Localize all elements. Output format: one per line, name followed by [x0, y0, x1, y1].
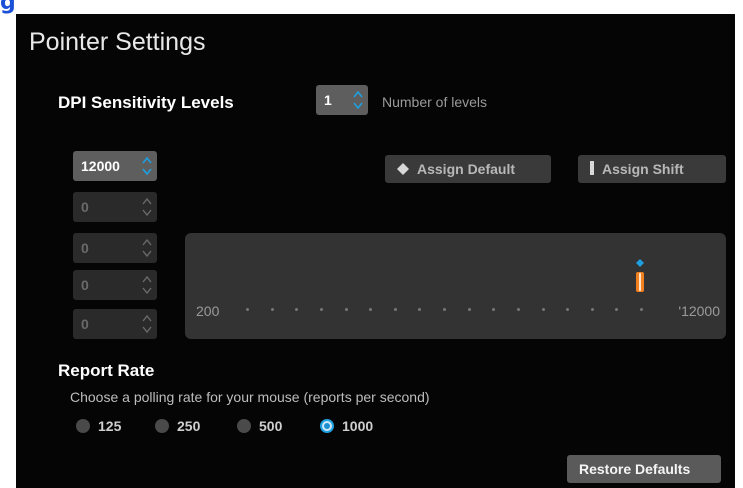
dpi-level-4-stepper[interactable]: 0 — [73, 270, 157, 300]
slider-tick-dot — [615, 308, 619, 311]
slider-tick-dot — [418, 308, 422, 311]
radio-500[interactable] — [237, 419, 251, 433]
slider-tick-dot — [590, 308, 594, 311]
slider-tick-dot — [246, 308, 249, 311]
rate-label-500: 500 — [259, 418, 283, 434]
slider-tick-dot — [270, 308, 274, 311]
page-title: Pointer Settings — [29, 28, 206, 56]
rate-label-250: 250 — [177, 418, 201, 434]
slider-tick-dot — [319, 308, 323, 311]
rate-label-1000: 1000 — [342, 418, 374, 434]
dpi-level-1-value: 12000 — [81, 158, 120, 174]
dpi-level-4-value: 0 — [81, 277, 89, 293]
levels-count-stepper[interactable]: 1 — [316, 85, 368, 115]
top-glyph: g — [0, 0, 16, 14]
dpi-level-3-value: 0 — [81, 240, 89, 256]
stepper-arrows-icon[interactable] — [352, 89, 364, 111]
rate-label-125: 125 — [98, 418, 122, 434]
dpi-level-1-stepper[interactable]: 12000 — [73, 151, 157, 181]
slider-tick-dot — [640, 308, 643, 311]
stepper-arrows-icon[interactable] — [141, 237, 153, 259]
dpi-level-2-value: 0 — [81, 199, 89, 215]
diamond-icon — [397, 156, 409, 184]
radio-1000[interactable] — [320, 419, 334, 433]
report-rate-description: Choose a polling rate for your mouse (re… — [70, 389, 430, 405]
assign-default-label: Assign Default — [417, 161, 516, 177]
assign-shift-button[interactable]: Assign Shift — [578, 155, 726, 183]
dpi-level-5-stepper[interactable]: 0 — [73, 309, 157, 339]
levels-label: Number of levels — [382, 94, 488, 110]
restore-defaults-button[interactable]: Restore Defaults — [567, 455, 721, 483]
slider-tick-dot — [566, 308, 570, 311]
report-rate-title: Report Rate — [58, 361, 155, 380]
slider-tick-dot — [369, 308, 373, 311]
slider-tick-dot — [467, 308, 471, 311]
bar-icon — [590, 156, 594, 184]
assign-shift-label: Assign Shift — [602, 161, 684, 177]
top-strip: g — [0, 0, 743, 14]
slider-tick-dot — [516, 308, 520, 311]
slider-tick-dot — [492, 308, 496, 311]
slider-tick-dot — [443, 308, 446, 311]
dpi-level-3-stepper[interactable]: 0 — [73, 233, 157, 263]
slider-max-label: '12000 — [678, 303, 720, 319]
dpi-section-title: DPI Sensitivity Levels — [58, 93, 234, 112]
stepper-arrows-icon[interactable] — [141, 196, 153, 218]
dpi-level-5-value: 0 — [81, 316, 89, 332]
slider-tick-dot — [295, 308, 299, 311]
slider-tick-dot — [541, 308, 545, 311]
slider-marker-icon[interactable] — [634, 259, 646, 293]
dpi-slider[interactable]: 200 '12000 — [185, 233, 726, 339]
slider-tick-dot — [344, 308, 348, 311]
radio-125[interactable] — [76, 419, 90, 433]
levels-count-value: 1 — [324, 92, 332, 108]
stepper-arrows-icon[interactable] — [141, 274, 153, 296]
stepper-arrows-icon[interactable] — [141, 155, 153, 177]
slider-tick-dot — [393, 308, 397, 311]
assign-default-button[interactable]: Assign Default — [385, 155, 551, 183]
dpi-level-2-stepper[interactable]: 0 — [73, 192, 157, 222]
radio-250[interactable] — [155, 419, 169, 433]
pointer-settings-panel: Pointer Settings DPI Sensitivity Levels … — [16, 14, 735, 488]
slider-min-label: 200 — [196, 303, 220, 319]
stepper-arrows-icon[interactable] — [141, 313, 153, 335]
